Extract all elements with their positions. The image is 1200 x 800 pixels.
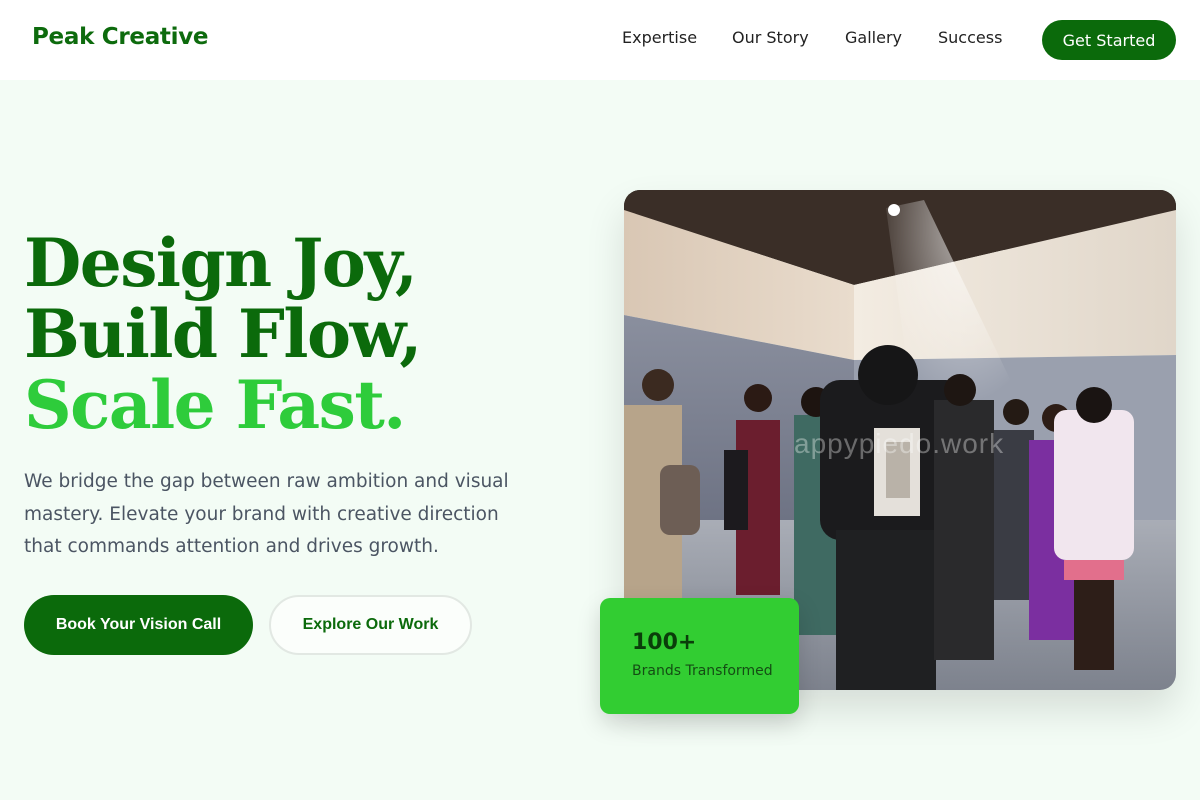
hero-subtext: We bridge the gap between raw ambition a… — [24, 471, 509, 557]
nav-link-success[interactable]: Success — [938, 28, 1002, 47]
headline-line-1: Design Joy, — [24, 224, 418, 302]
site-header: Peak Creative Expertise Our Story Galler… — [0, 0, 1200, 80]
headline-line-3: Scale Fast. — [24, 366, 406, 444]
nav-link-gallery[interactable]: Gallery — [845, 28, 902, 47]
book-vision-call-button[interactable]: Book Your Vision Call — [24, 595, 253, 655]
stat-number: 100+ — [632, 630, 697, 655]
main-nav: Expertise Our Story Gallery Success — [0, 28, 1200, 52]
nav-link-expertise[interactable]: Expertise — [622, 28, 697, 47]
hero-headline: Design Joy, Build Flow, Scale Fast. — [24, 224, 422, 444]
stat-card: 100+ Brands Transformed — [600, 598, 799, 714]
nav-link-our-story[interactable]: Our Story — [732, 28, 809, 47]
explore-work-button[interactable]: Explore Our Work — [269, 595, 472, 655]
stat-label: Brands Transformed — [632, 663, 773, 679]
get-started-button[interactable]: Get Started — [1042, 20, 1176, 60]
image-watermark: appypiedo.work — [794, 428, 1005, 459]
headline-line-2: Build Flow, — [24, 295, 422, 373]
